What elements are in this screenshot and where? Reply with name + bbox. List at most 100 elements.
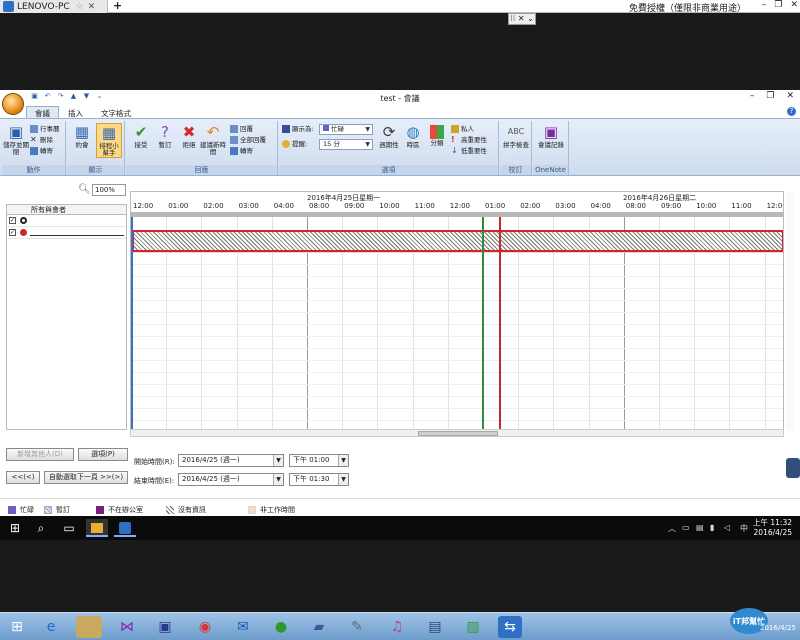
horizontal-scrollbar[interactable] [130,429,784,437]
tab-format-text[interactable]: 文字格式 [92,106,140,118]
timeline-start-marker [131,217,133,429]
show-as-select[interactable]: 忙碌 ▼ [319,124,373,135]
zoom-icon: 🔍︎ [78,184,91,195]
close-icon[interactable]: ✕ [790,0,798,10]
tab-insert[interactable]: 插入 [59,106,92,118]
close-tab-icon[interactable]: ✕ [88,2,96,12]
chrome-icon[interactable]: ◉ [192,616,218,638]
scrollbar-thumb[interactable] [418,431,498,436]
picture-icon[interactable]: ▤ [422,616,448,638]
ime-indicator[interactable]: 中 [740,523,748,534]
required-attendee-icon [20,229,27,236]
app-icon[interactable]: ▰ [306,616,332,638]
meeting-start-marker[interactable] [482,217,484,429]
visual-studio-icon[interactable]: ⋈ [114,616,140,638]
restore-icon[interactable]: ❐ [774,0,782,10]
search-icon[interactable]: ⌕ [30,519,52,537]
private-button[interactable]: 私人 [451,125,474,134]
minimize-icon[interactable]: – [762,0,767,10]
spelling-button[interactable]: ABC 拼字檢查 [503,123,529,149]
start-time-select[interactable]: 下午 01:00 ▼ [289,454,349,467]
save-close-button[interactable]: ▣ 儲存並關閉 [3,123,29,156]
help-icon[interactable]: ? [787,107,796,116]
previous-button[interactable]: <<(<) [6,471,40,484]
propose-time-button[interactable]: ↶ 建議新時間 [200,123,226,156]
ribbon-tabs: 會議 插入 文字格式 [26,106,140,118]
categorize-button[interactable]: 分類 [424,123,450,147]
appointment-button[interactable]: ▦ 約會 [69,123,95,149]
clock[interactable]: 上午 11:32 2016/4/25 [753,518,792,538]
windows-start-icon[interactable]: ⊞ [4,616,30,638]
calendar-button[interactable]: 行事曆 [30,125,60,134]
meeting-notes-button[interactable]: ▣ 會議記錄 [538,123,564,149]
outlook-icon[interactable]: ✉ [230,616,256,638]
free-busy-grid[interactable]: 2016年4月25日星期一 2016年4月26日星期二 12:00 01:00 02… [130,191,784,430]
task-view-icon[interactable]: ▭ [58,519,80,537]
star-icon[interactable]: ☆ [76,2,84,12]
remote-desktop-icon[interactable]: ▣ [152,616,178,638]
zoom-select[interactable]: 100% [92,184,126,196]
scheduling-assistant-button[interactable]: ▦ 排程小幫手 [96,123,122,158]
window-restore-icon[interactable]: ❐ [766,91,774,101]
outlook-taskbar-icon[interactable] [86,519,108,537]
end-time-select[interactable]: 下午 01:30 ▼ [289,473,349,486]
forward-response-button[interactable]: 轉寄 [230,147,253,156]
attendee-checkbox[interactable]: ✓ [9,229,16,236]
tentative-button[interactable]: ? 暫訂 [152,123,178,149]
group-label-options: 選項 [279,165,498,175]
remote-toolbar-handle[interactable]: ⁝⁝ ✕ ⌄ [508,13,536,25]
reply-all-button[interactable]: 全部回覆 [230,136,266,145]
office-button[interactable] [2,93,24,115]
itunes-icon[interactable]: ♫ [384,616,410,638]
paint-icon[interactable]: ✎ [344,616,370,638]
grid-line [131,348,783,349]
window-minimize-icon[interactable]: – [750,91,755,101]
hangouts-icon[interactable]: ● [268,616,294,638]
reply-button[interactable]: 回覆 [230,125,253,134]
attendee-checkbox[interactable]: ✓ [9,217,16,224]
remote-tab[interactable]: LENOVO-PC ☆ ✕ [0,0,108,13]
meeting-end-marker[interactable] [499,217,501,429]
folder-icon[interactable]: ▤ [696,523,704,532]
end-date-select[interactable]: 2016/4/25 (週一) ▼ [178,473,284,486]
network-icon[interactable]: ▭ [682,523,690,532]
group-onenote: ▣ 會議記錄 OneNote [533,121,569,175]
start-date-select[interactable]: 2016/4/25 (週一) ▼ [178,454,284,467]
attendee-row[interactable]: ✓ [7,227,126,239]
internet-explorer-icon[interactable]: e [38,616,64,638]
forward-button[interactable]: 轉寄 [30,147,53,156]
remote-desktop-bar: LENOVO-PC ☆ ✕ + 免費授權（僅限非商業用途） – ❐ ✕ [0,0,800,14]
time-zone-button[interactable]: ◍ 時區 [400,123,426,149]
grid-line [131,408,783,409]
low-importance-button[interactable]: ↓ 低重要性 [451,147,487,156]
add-others-button[interactable]: 新增其他人(D) [6,448,74,461]
recurrence-button[interactable]: ⟳ 週期性 [376,123,402,149]
teamviewer-taskbar-icon[interactable] [114,519,136,537]
new-tab-icon[interactable]: + [113,0,122,12]
tray-chevron-icon[interactable]: ︿ [668,523,676,534]
volume-icon[interactable]: ◁ [724,523,730,532]
grid-header-bar [131,212,783,217]
reminder-select[interactable]: 15 分 ▼ [319,139,373,150]
accept-button[interactable]: ✔ 接受 [128,123,154,149]
vertical-scrollbar[interactable] [786,191,794,430]
side-chat-icon[interactable] [786,458,800,478]
battery-icon[interactable]: ▮ [710,523,714,532]
x-icon: ✖ [182,123,196,141]
options-button[interactable]: 選項(P) [78,448,128,461]
windows-start-icon[interactable]: ⊞ [4,519,26,537]
high-importance-button[interactable]: ! 高重要性 [451,136,487,145]
vmware-icon[interactable]: ▧ [460,616,486,638]
no-info-swatch [166,506,174,514]
chevron-down-icon: ▼ [338,455,348,466]
decline-button[interactable]: ✖ 拒絕 [176,123,202,149]
window-close-icon[interactable]: ✕ [786,91,794,101]
attendee-input-line[interactable] [30,235,124,236]
tab-meeting[interactable]: 會議 [26,106,59,118]
teamviewer-icon[interactable]: ⇆ [498,616,522,638]
file-explorer-icon[interactable] [76,616,102,638]
exclamation-icon: ! [451,135,455,144]
attendee-row[interactable]: ✓ [7,215,126,227]
delete-button[interactable]: ✕ 刪除 [30,136,53,145]
autopick-next-button[interactable]: 自動選取下一頁 >>(>) [44,471,128,484]
